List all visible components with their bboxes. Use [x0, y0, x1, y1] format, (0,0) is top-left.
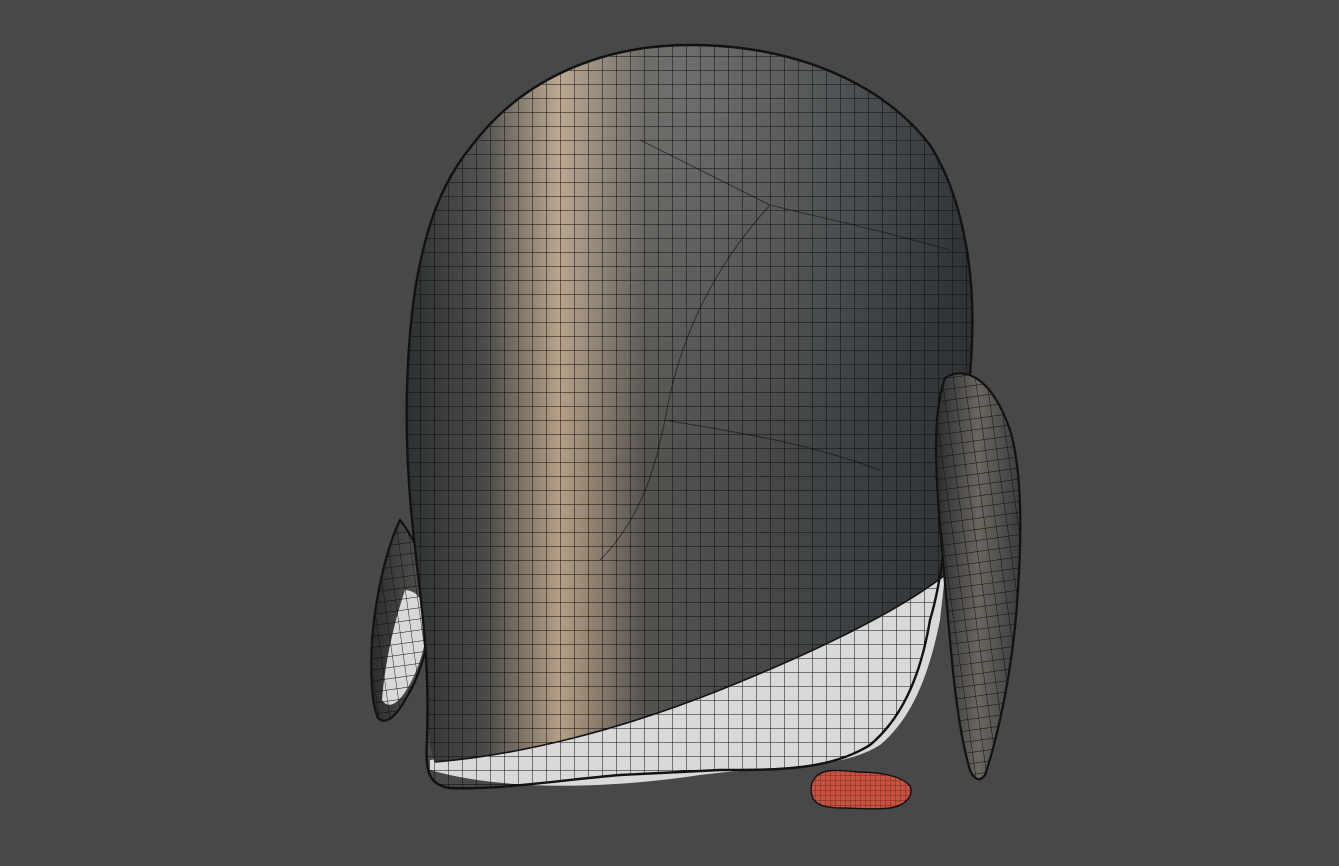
- body-mesh[interactable]: [400, 40, 980, 800]
- 3d-viewport[interactable]: [0, 0, 1339, 866]
- penguin-model-render[interactable]: [0, 0, 1339, 866]
